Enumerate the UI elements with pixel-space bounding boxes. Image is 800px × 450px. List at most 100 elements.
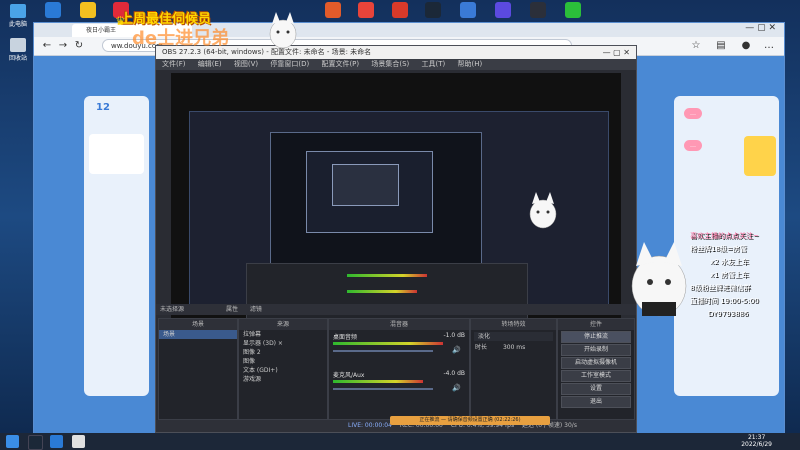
duration-input[interactable]: 300 ms bbox=[503, 344, 525, 351]
audio-meter bbox=[347, 290, 417, 293]
more-icon[interactable]: … bbox=[762, 39, 776, 53]
cat-mascot-icon bbox=[529, 192, 557, 229]
audio-meter bbox=[347, 274, 427, 277]
stream-notice: 正在推流 — 请确保音频设置正确 (02:22:26) bbox=[390, 416, 550, 425]
menu-docks[interactable]: 停靠窗口(D) bbox=[270, 60, 309, 68]
mixer-panel-title: 混音器 bbox=[329, 319, 469, 330]
computer-icon bbox=[10, 4, 26, 18]
source-item[interactable]: 文本 (GDI+) bbox=[239, 366, 327, 375]
speaker-icon[interactable]: 🔊 bbox=[452, 384, 461, 392]
cat-mascot-icon bbox=[631, 242, 687, 317]
clock-time: 21:37 bbox=[747, 434, 766, 441]
source-item[interactable]: 显示器 (3D) × bbox=[239, 339, 327, 348]
app-icon[interactable] bbox=[530, 2, 546, 18]
promo-line: DY9793886 bbox=[708, 310, 749, 318]
app-icon[interactable] bbox=[460, 2, 476, 18]
wechat-icon[interactable] bbox=[565, 2, 581, 18]
obs-menu-bar: 文件(F) 编辑(E) 视图(V) 停靠窗口(D) 配置文件(P) 场景集合(S… bbox=[156, 59, 636, 70]
count-number: 12 bbox=[96, 102, 110, 113]
scenes-panel-title: 场景 bbox=[159, 319, 237, 330]
avatar-card[interactable] bbox=[89, 134, 144, 174]
menu-tools[interactable]: 工具(T) bbox=[422, 60, 446, 68]
audio-meter bbox=[333, 380, 423, 383]
app-icon[interactable] bbox=[325, 2, 341, 18]
channel-name: 桌面音频 bbox=[333, 334, 358, 341]
left-column: 12 bbox=[84, 96, 149, 396]
filters-button[interactable]: 滤镜 bbox=[250, 306, 262, 313]
app-icon[interactable] bbox=[358, 2, 374, 18]
preview-recursive-capture bbox=[270, 132, 482, 269]
window-controls[interactable]: — ▢ ✕ bbox=[603, 46, 630, 59]
exit-button[interactable]: 退出 bbox=[561, 396, 631, 408]
transitions-panel: 转场特效 淡化 时长 300 ms bbox=[470, 318, 557, 420]
transition-select[interactable]: 淡化 bbox=[474, 332, 553, 341]
controls-panel-title: 控件 bbox=[558, 319, 634, 330]
sources-panel-title: 来源 bbox=[239, 319, 327, 330]
menu-profile[interactable]: 配置文件(P) bbox=[321, 60, 359, 68]
menu-file[interactable]: 文件(F) bbox=[156, 60, 186, 68]
recycle-bin-icon bbox=[10, 38, 26, 52]
speaker-icon[interactable]: 🔊 bbox=[452, 346, 461, 354]
app-icon[interactable] bbox=[495, 2, 511, 18]
menu-scene-collection[interactable]: 场景集合(S) bbox=[371, 60, 409, 68]
obs-icon[interactable] bbox=[72, 435, 85, 448]
clock-date: 2022/6/29 bbox=[741, 441, 772, 448]
forward-icon[interactable]: → bbox=[56, 39, 70, 53]
desktop-icon-label: 回收站 bbox=[8, 55, 27, 62]
stop-streaming-button[interactable]: 停止推流 bbox=[561, 331, 631, 343]
refresh-icon[interactable]: ↻ bbox=[72, 39, 86, 53]
app-icon[interactable] bbox=[80, 2, 96, 18]
volume-slider[interactable] bbox=[333, 350, 433, 352]
mixer-channel: 麦克风/Aux -4.0 dB 🔊 bbox=[329, 368, 469, 406]
settings-button[interactable]: 设置 bbox=[561, 383, 631, 395]
promo-line: x2 水友上车 bbox=[710, 258, 749, 266]
no-source-label: 未选择源 bbox=[160, 306, 185, 313]
scene-item[interactable]: 场景 bbox=[159, 330, 237, 339]
desktop-icon-recycle-bin[interactable]: 回收站 bbox=[6, 38, 30, 62]
overlay-subtitle: de士进兄弟 bbox=[132, 28, 230, 49]
start-recording-button[interactable]: 开始录制 bbox=[561, 344, 631, 356]
window-controls[interactable]: — ▢ ✕ bbox=[745, 23, 776, 33]
collections-icon[interactable]: ▤ bbox=[714, 39, 728, 53]
duration-label: 时长 bbox=[475, 344, 488, 351]
desktop-icon-computer[interactable]: 此电脑 bbox=[6, 4, 30, 28]
event-badge[interactable] bbox=[744, 136, 776, 176]
profile-icon[interactable]: ● bbox=[739, 39, 753, 53]
transitions-panel-title: 转场特效 bbox=[471, 319, 556, 330]
promo-line: 粉丝牌18级=房管 bbox=[690, 245, 747, 253]
controls-panel: 控件 停止推流 开始录制 启动虚拟摄像机 工作室模式 设置 退出 bbox=[557, 318, 635, 420]
menu-help[interactable]: 帮助(H) bbox=[458, 60, 483, 68]
channel-db: -1.0 dB bbox=[443, 332, 465, 339]
volume-slider[interactable] bbox=[333, 388, 433, 390]
source-toolbar: 未选择源 属性 滤镜 bbox=[156, 304, 636, 315]
promo-line: 8级粉丝牌进微信群 bbox=[690, 284, 751, 292]
scenes-panel: 场景 场景 bbox=[158, 318, 238, 420]
promo-line: 喜欢主播的点点关注~ bbox=[690, 232, 759, 240]
cat-mascot-icon bbox=[269, 12, 297, 49]
virtual-camera-button[interactable]: 启动虚拟摄像机 bbox=[561, 357, 631, 369]
menu-edit[interactable]: 编辑(E) bbox=[198, 60, 222, 68]
studio-mode-button[interactable]: 工作室模式 bbox=[561, 370, 631, 382]
steam-icon[interactable] bbox=[425, 2, 441, 18]
mixer-panel: 混音器 桌面音频 -1.0 dB 🔊 麦克风/Aux -4.0 dB 🔊 bbox=[328, 318, 470, 420]
preview-obs-panels bbox=[246, 263, 528, 325]
menu-view[interactable]: 视图(V) bbox=[234, 60, 258, 68]
app-icon[interactable] bbox=[45, 2, 61, 18]
source-item[interactable]: 图像 2 bbox=[239, 348, 327, 357]
source-item[interactable]: 拉弹幕 bbox=[239, 330, 327, 339]
start-icon[interactable] bbox=[6, 435, 19, 448]
favorites-icon[interactable]: ☆ bbox=[689, 39, 703, 53]
properties-button[interactable]: 属性 bbox=[226, 306, 238, 313]
stream-promo-overlay: 喜欢主播的点点关注~ 粉丝牌18级=房管 x2 水友上车 x1 房管上车 8级粉… bbox=[690, 230, 800, 321]
preview-recursive-capture bbox=[332, 164, 399, 206]
steam-icon[interactable] bbox=[28, 435, 43, 450]
edge-icon[interactable] bbox=[50, 435, 63, 448]
mixer-channel: 桌面音频 -1.0 dB 🔊 bbox=[329, 330, 469, 368]
promo-line: x1 房管上车 bbox=[710, 271, 749, 279]
back-icon[interactable]: ← bbox=[40, 39, 54, 53]
app-icon[interactable] bbox=[392, 2, 408, 18]
source-item[interactable]: 图像 bbox=[239, 357, 327, 366]
source-item[interactable]: 游戏源 bbox=[239, 375, 327, 384]
audio-meter bbox=[333, 342, 443, 345]
clock[interactable]: 21:37 2022/6/29 bbox=[741, 434, 772, 448]
